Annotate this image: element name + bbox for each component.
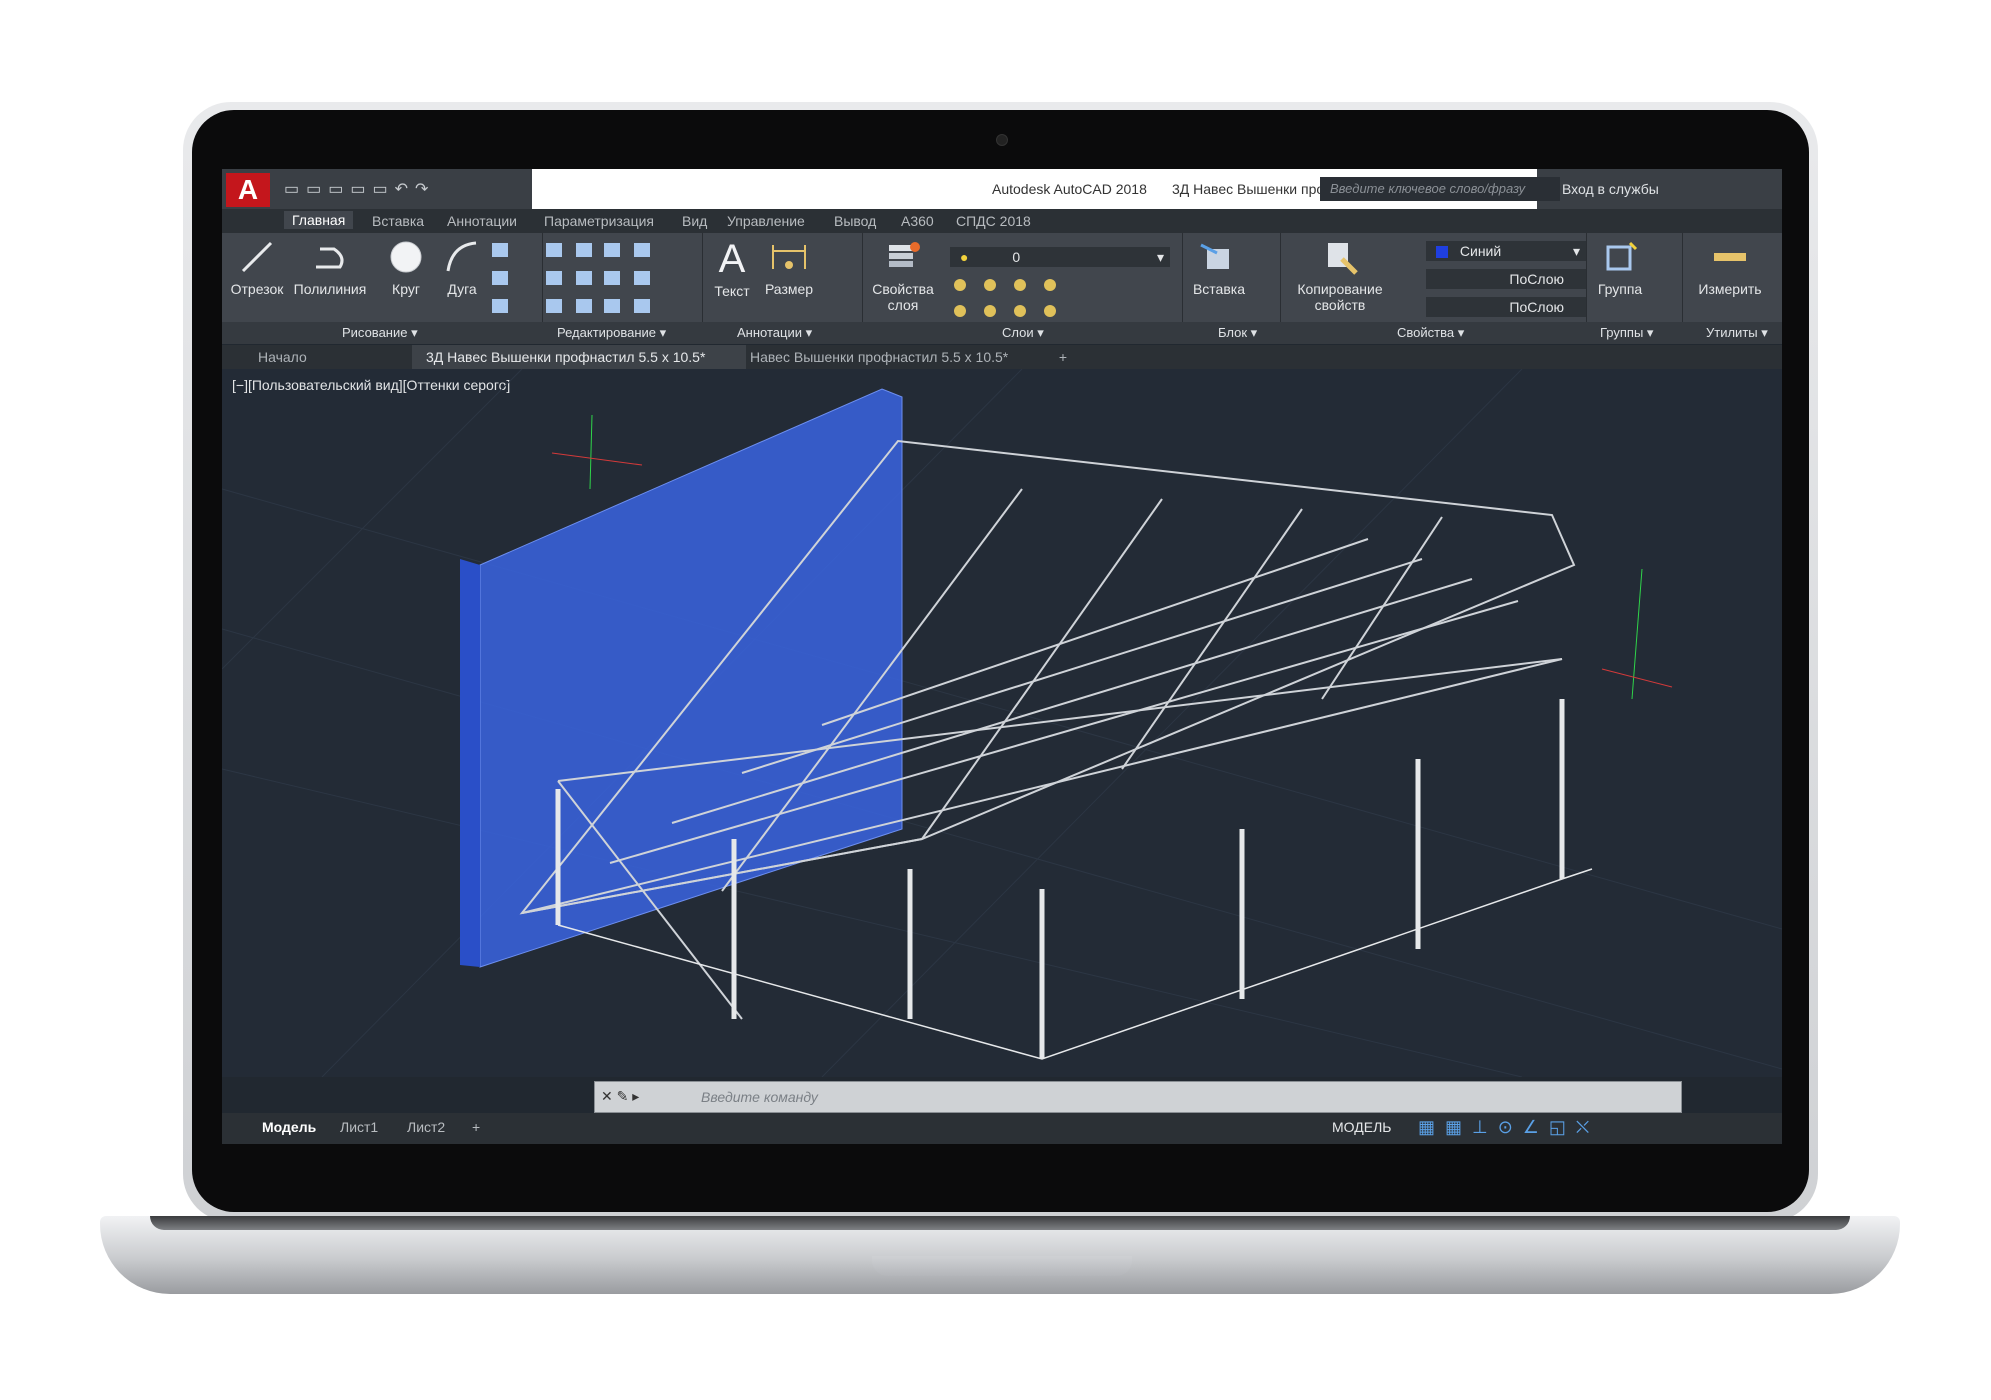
circle-label: Круг bbox=[392, 281, 420, 297]
group-icon bbox=[1606, 241, 1638, 271]
circle-tool[interactable]: Круг bbox=[382, 239, 430, 297]
lid-notch bbox=[872, 1256, 1132, 1276]
tab-view[interactable]: Вид bbox=[682, 213, 707, 229]
panel-block[interactable]: Блок ▾ bbox=[1218, 325, 1257, 341]
camera bbox=[996, 134, 1008, 146]
chevron-down-icon: ▾ bbox=[1572, 243, 1580, 259]
tab-parametric[interactable]: Параметризация bbox=[544, 213, 654, 229]
tab-a360[interactable]: А360 bbox=[901, 213, 934, 229]
match-label-2: свойств bbox=[1314, 297, 1366, 313]
polyline-icon bbox=[316, 247, 344, 269]
title-bar: A ▭▭▭▭▭↶↷ Autodesk AutoCAD 2018 3Д Навес… bbox=[222, 169, 1782, 209]
tab-home[interactable]: Главная bbox=[284, 211, 354, 229]
app-logo-icon[interactable]: A bbox=[226, 173, 270, 207]
match-properties-icon bbox=[1328, 243, 1358, 275]
linetype-value: ПоСлою bbox=[1509, 271, 1564, 287]
file-tab-3d[interactable]: 3Д Навес Вышенки профнастил 5.5 х 10.5* bbox=[412, 345, 746, 369]
layer-value: 0 bbox=[1012, 249, 1021, 265]
signin-button[interactable]: Вход в службы bbox=[1562, 181, 1659, 197]
lightbulb-icon: ● bbox=[960, 249, 969, 265]
panel-annotation[interactable]: Аннотации ▾ bbox=[737, 325, 812, 341]
tab-spds[interactable]: СПДС 2018 bbox=[956, 213, 1031, 229]
file-tabs: Начало 3Д Навес Вышенки профнастил 5.5 х… bbox=[222, 345, 1782, 369]
layout-tab-sheet1[interactable]: Лист1 bbox=[340, 1119, 378, 1135]
group-label: Группа bbox=[1597, 281, 1643, 297]
ribbon-tabs: Главная Вставка Аннотации Параметризация… bbox=[222, 209, 1782, 233]
layer-properties-label-2: слоя bbox=[887, 297, 919, 313]
insert-label: Вставка bbox=[1192, 281, 1246, 297]
quick-access-toolbar[interactable]: ▭▭▭▭▭↶↷ bbox=[284, 179, 435, 199]
dimension-tool[interactable]: Размер bbox=[762, 239, 816, 297]
panel-properties[interactable]: Свойства ▾ bbox=[1397, 325, 1464, 341]
layout-tab-model[interactable]: Модель bbox=[262, 1119, 316, 1135]
drawing-viewport[interactable]: [−][Пользовательский вид][Оттенки серого… bbox=[222, 369, 1782, 1077]
arc-icon bbox=[446, 241, 477, 272]
linetype-dropdown[interactable]: ПоСлою bbox=[1426, 269, 1586, 289]
tab-output[interactable]: Вывод bbox=[834, 213, 876, 229]
panel-layers[interactable]: Слои ▾ bbox=[1002, 325, 1044, 341]
lineweight-value: ПоСлою bbox=[1509, 299, 1564, 315]
search-input[interactable]: Введите ключевое слово/фразу bbox=[1320, 177, 1560, 201]
lineweight-dropdown[interactable]: ПоСлою bbox=[1426, 297, 1586, 317]
panel-modify[interactable]: Редактирование ▾ bbox=[557, 325, 666, 341]
command-input[interactable]: Введите команду bbox=[701, 1089, 818, 1105]
insert-block-tool[interactable]: Вставка bbox=[1192, 239, 1246, 297]
ribbon-panel-labels: Рисование ▾ Редактирование ▾ Аннотации ▾… bbox=[222, 322, 1782, 344]
layer-properties-tool[interactable]: Свойства слоя bbox=[868, 239, 938, 313]
color-value: Синий bbox=[1459, 243, 1502, 259]
panel-groups[interactable]: Группы ▾ bbox=[1600, 325, 1653, 341]
dimension-icon bbox=[772, 245, 806, 269]
command-line[interactable]: ✕ ✎ ▸ Введите команду bbox=[594, 1081, 1682, 1113]
measure-label: Измерить bbox=[1698, 281, 1762, 297]
layer-dropdown[interactable]: ● 0 ▾ bbox=[950, 247, 1170, 267]
layer-properties-icon bbox=[889, 242, 920, 267]
file-tab-start[interactable]: Начало bbox=[232, 345, 408, 369]
color-dropdown[interactable]: Синий ▾ bbox=[1426, 241, 1586, 261]
layer-properties-label-1: Свойства bbox=[872, 281, 934, 297]
measure-icon bbox=[1714, 253, 1746, 261]
panel-draw[interactable]: Рисование ▾ bbox=[342, 325, 418, 341]
polyline-label: Полилиния bbox=[293, 281, 367, 297]
add-layout-plus-icon[interactable]: + bbox=[472, 1119, 480, 1135]
tab-insert[interactable]: Вставка bbox=[372, 213, 424, 229]
chevron-down-icon: ▾ bbox=[1156, 249, 1164, 265]
circle-icon bbox=[390, 241, 422, 273]
keyboard-edge bbox=[150, 1216, 1850, 1230]
color-swatch-icon bbox=[1436, 246, 1448, 259]
line-tool[interactable]: Отрезок bbox=[230, 239, 284, 297]
edit-tools-icon[interactable] bbox=[492, 241, 892, 321]
canopy-3d-model[interactable] bbox=[222, 369, 1782, 1077]
line-icon bbox=[241, 241, 273, 273]
file-tab-2d[interactable]: Навес Вышенки профнастил 5.5 х 10.5* bbox=[740, 345, 1050, 369]
app-title: Autodesk AutoCAD 2018 bbox=[992, 181, 1147, 197]
match-properties-tool[interactable]: Копирование свойств bbox=[1292, 239, 1388, 313]
tab-annotate[interactable]: Аннотации bbox=[447, 213, 517, 229]
arc-tool[interactable]: Дуга bbox=[438, 239, 486, 297]
polyline-tool[interactable]: Полилиния bbox=[292, 239, 368, 297]
insert-block-icon bbox=[1200, 243, 1229, 269]
text-label: Текст bbox=[714, 283, 750, 299]
autocad-window: A ▭▭▭▭▭↶↷ Autodesk AutoCAD 2018 3Д Навес… bbox=[222, 169, 1782, 1144]
text-icon: A bbox=[718, 237, 746, 281]
tab-manage[interactable]: Управление bbox=[727, 213, 805, 229]
arc-label: Дуга bbox=[447, 281, 477, 297]
status-bar: Модель Лист1 Лист2 + МОДЕЛЬ ▦▦⊥⊙∠◱⛌ bbox=[222, 1113, 1782, 1144]
dimension-label: Размер bbox=[764, 281, 814, 297]
line-label: Отрезок bbox=[230, 281, 284, 297]
status-toggles-icon[interactable]: ▦▦⊥⊙∠◱⛌ bbox=[1418, 1117, 1599, 1138]
group-tool[interactable]: Группа bbox=[1592, 239, 1648, 297]
layout-tab-sheet2[interactable]: Лист2 bbox=[407, 1119, 445, 1135]
command-tools-icon[interactable]: ✕ ✎ ▸ bbox=[601, 1088, 639, 1105]
match-label-1: Копирование bbox=[1297, 281, 1383, 297]
panel-utilities[interactable]: Утилиты ▾ bbox=[1706, 325, 1768, 341]
new-tab-plus-icon[interactable]: + bbox=[1050, 345, 1076, 369]
measure-tool[interactable]: Измерить bbox=[1692, 239, 1768, 297]
text-tool[interactable]: A Текст bbox=[712, 239, 752, 299]
model-space-toggle[interactable]: МОДЕЛЬ bbox=[1332, 1119, 1391, 1135]
